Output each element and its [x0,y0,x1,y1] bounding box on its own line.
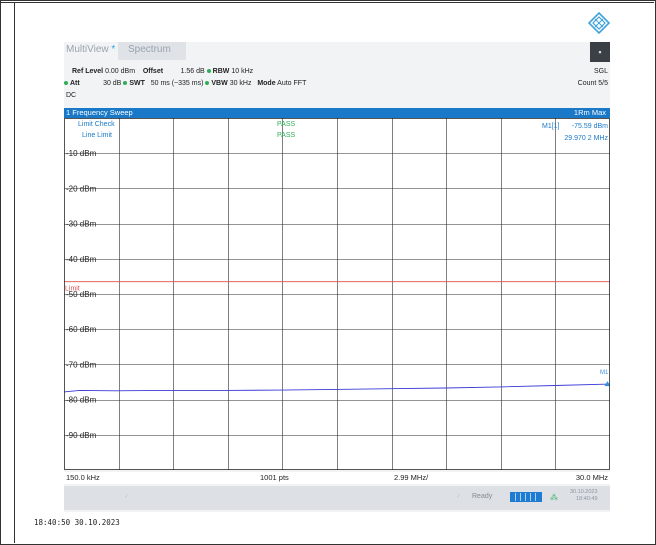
plot-title: 1 Frequency Sweep [66,108,133,117]
marker-frequency: 29.970 2 MHz [564,135,608,142]
pass-status: PASS [277,121,295,128]
line-limit-label: Line Limit [82,132,112,139]
y-tick-label: -10 dBm [66,149,97,158]
marker-tag: M1 [600,370,609,376]
y-tick-label: -70 dBm [66,360,97,369]
sgl-label: SGL [593,68,608,75]
att-dot-icon [64,80,68,85]
trace-line [64,383,610,393]
plot-border [64,118,610,470]
x-stop-label: 30.0 MHz [575,473,608,482]
marker-name: M1[1] [542,123,560,130]
network-icon[interactable]: ⁂ [550,493,558,502]
x-axis-footer: 150.0 kHz 1001 pts 2.99 MHz/ 30.0 MHz [64,472,610,484]
param-row-2: Att 30 dB SWT 50 ms (~335 ms) VBW 30 kHz… [64,80,306,87]
status-tick-icon: ✓ [124,494,130,500]
y-tick-label: -80 dBm [66,396,97,405]
status-bar: ✓ ✓ Ready ⁂ 30.10.2023 18:40:49 [64,486,610,510]
capture-timestamp: 18:40:50 30.10.2023 [34,518,120,527]
trace-label[interactable]: 1Rm Max [574,108,606,118]
window-menu-button[interactable]: ▪ [590,42,610,62]
marker-level: -75.59 dBm [572,123,608,130]
y-tick-label: -20 dBm [66,184,97,193]
tab-multiview[interactable]: MultiView * [66,44,115,55]
param-row-1: Ref Level 0.00 dBm Offset 1.56 dB RBW 10… [72,68,254,75]
frame-divider [0,2,654,3]
pass-status: PASS [277,132,295,139]
limit-check-label: Limit Check [78,121,115,128]
tab-bar: MultiView * Spectrum ▪ [64,42,610,62]
span-label: 2.99 MHz/ [394,473,429,482]
plot-header: 1 Frequency Sweep 1Rm Max [64,108,610,118]
rohde-schwarz-logo-icon [588,12,610,34]
swt-dot-icon [123,80,128,85]
y-tick-label: -90 dBm [66,431,97,440]
status-ready: Ready [472,493,493,500]
points-label: 1001 pts [260,473,289,482]
spectrum-chart: -10 dBm-20 dBm-30 dBm-40 dBm-50 dBm-60 d… [64,118,610,470]
spectrum-plot[interactable]: -10 dBm -20 dBm -30 dBm -40 dBm -50 dBm -60 d… [64,118,610,470]
tab-indicator-icon: * [111,44,116,55]
progress-bar [510,492,542,502]
y-tick-label: -40 dBm [66,255,97,264]
x-start-label: 150.0 kHz [66,473,100,482]
status-date: 30.10.2023 [570,489,598,495]
limit-label: Limit [65,286,80,293]
status-tick-icon: ✓ [456,494,462,500]
tab-spectrum[interactable]: Spectrum [128,44,171,55]
y-tick-label: -30 dBm [66,220,97,229]
status-time: 18:40:49 [576,496,598,502]
analyzer-screen: MultiView * Spectrum ▪ Ref Level 0.00 dB… [64,42,610,512]
vbw-dot-icon [205,80,210,85]
rbw-dot-icon [206,68,211,73]
status-clock: 30.10.2023 18:40:49 [570,489,598,503]
left-rule [14,3,15,543]
coupling-label: DC [66,92,77,99]
tab-multiview-label: MultiView [66,44,109,55]
sweep-count: Count 5/5 [577,80,608,87]
y-tick-label: -60 dBm [66,325,97,334]
